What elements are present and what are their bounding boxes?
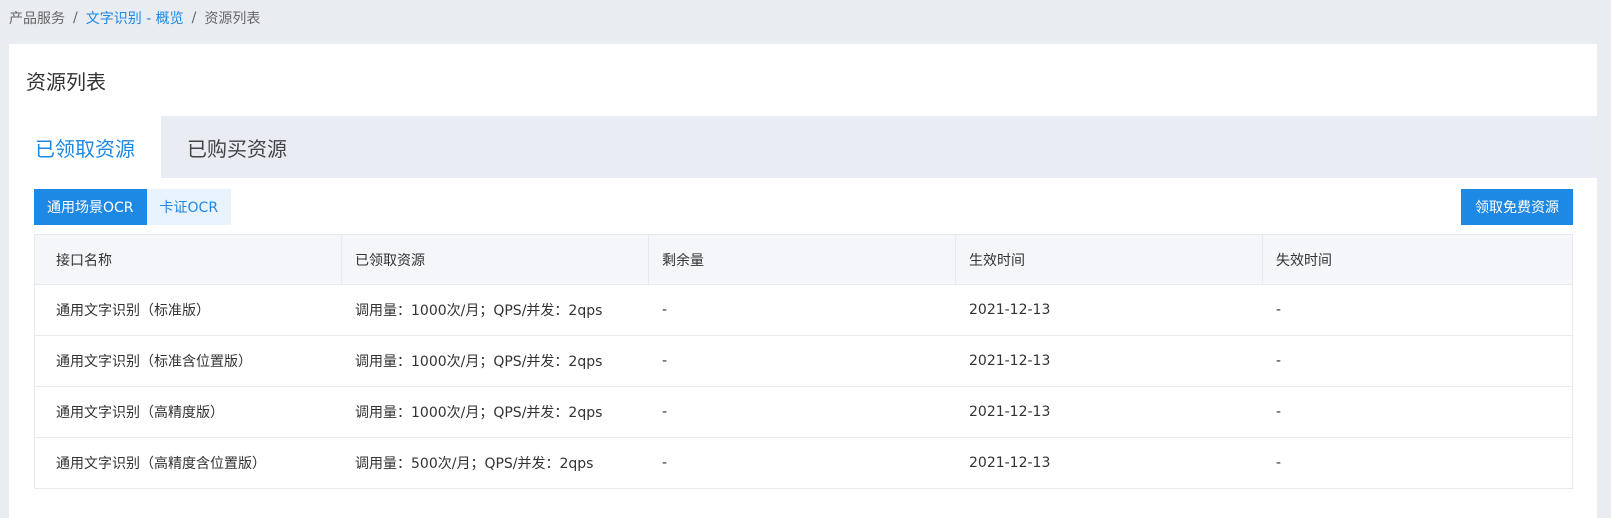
cell-remaining: - [662,455,668,471]
table-row: 通用文字识别（标准含位置版） 调用量：1000次/月；QPS/并发：2qps -… [35,336,1572,387]
page-title: 资源列表 [26,69,106,94]
tab-claimed-resources[interactable]: 已领取资源 [9,116,161,178]
cell-remaining: - [662,404,668,420]
resource-panel: 资源列表 已领取资源 已购买资源 通用场景OCR 卡证OCR 领取免费资源 接口… [9,44,1597,518]
breadcrumb-item-product-services[interactable]: 产品服务 [9,8,65,28]
cell-expiry-date: - [1276,455,1282,471]
breadcrumb: 产品服务 / 文字识别 - 概览 / 资源列表 [9,8,260,28]
column-header-api-name: 接口名称 [35,235,342,284]
cell-api-name: 通用文字识别（高精度含位置版） [56,456,266,472]
cell-effective-date: 2021-12-13 [969,404,1051,420]
cell-expiry-date: - [1276,302,1282,318]
cell-expiry-date: - [1276,404,1282,420]
cell-api-name: 通用文字识别（标准含位置版） [56,354,252,370]
cell-effective-date: 2021-12-13 [969,353,1051,369]
tab-purchased-resources[interactable]: 已购买资源 [161,116,313,178]
table-row: 通用文字识别（高精度含位置版） 调用量：500次/月；QPS/并发：2qps -… [35,438,1572,489]
table-header-row: 接口名称 已领取资源 剩余量 生效时间 失效时间 [35,235,1572,285]
resource-tabs: 已领取资源 已购买资源 [9,116,1597,178]
resource-table: 接口名称 已领取资源 剩余量 生效时间 失效时间 通用文字识别（标准版） 调用量… [34,234,1573,489]
breadcrumb-separator: / [73,10,78,26]
cell-claimed-resources: 调用量：1000次/月；QPS/并发：2qps [355,303,603,319]
column-header-expiry-date: 失效时间 [1276,252,1332,269]
cell-api-name: 通用文字识别（高精度版） [56,405,224,421]
claim-free-resources-button[interactable]: 领取免费资源 [1461,189,1573,225]
table-row: 通用文字识别（标准版） 调用量：1000次/月；QPS/并发：2qps - 20… [35,285,1572,336]
cell-claimed-resources: 调用量：1000次/月；QPS/并发：2qps [355,354,603,370]
column-header-effective-date: 生效时间 [956,235,1263,284]
cell-effective-date: 2021-12-13 [969,302,1051,318]
breadcrumb-item-ocr-overview[interactable]: 文字识别 - 概览 [86,8,184,28]
subtab-general-ocr[interactable]: 通用场景OCR [34,189,147,225]
table-row: 通用文字识别（高精度版） 调用量：1000次/月；QPS/并发：2qps - 2… [35,387,1572,438]
cell-claimed-resources: 调用量：500次/月；QPS/并发：2qps [355,456,594,472]
subtab-card-ocr[interactable]: 卡证OCR [146,189,232,225]
cell-api-name: 通用文字识别（标准版） [56,303,210,319]
column-header-claimed-resources: 已领取资源 [342,235,649,284]
cell-expiry-date: - [1276,353,1282,369]
breadcrumb-item-resource-list: 资源列表 [204,11,261,27]
column-header-remaining: 剩余量 [649,235,956,284]
cell-remaining: - [662,302,668,318]
toolbar: 通用场景OCR 卡证OCR 领取免费资源 [9,178,1597,234]
cell-claimed-resources: 调用量：1000次/月；QPS/并发：2qps [355,405,603,421]
cell-remaining: - [662,353,668,369]
breadcrumb-separator: / [191,10,197,26]
cell-effective-date: 2021-12-13 [969,455,1051,471]
